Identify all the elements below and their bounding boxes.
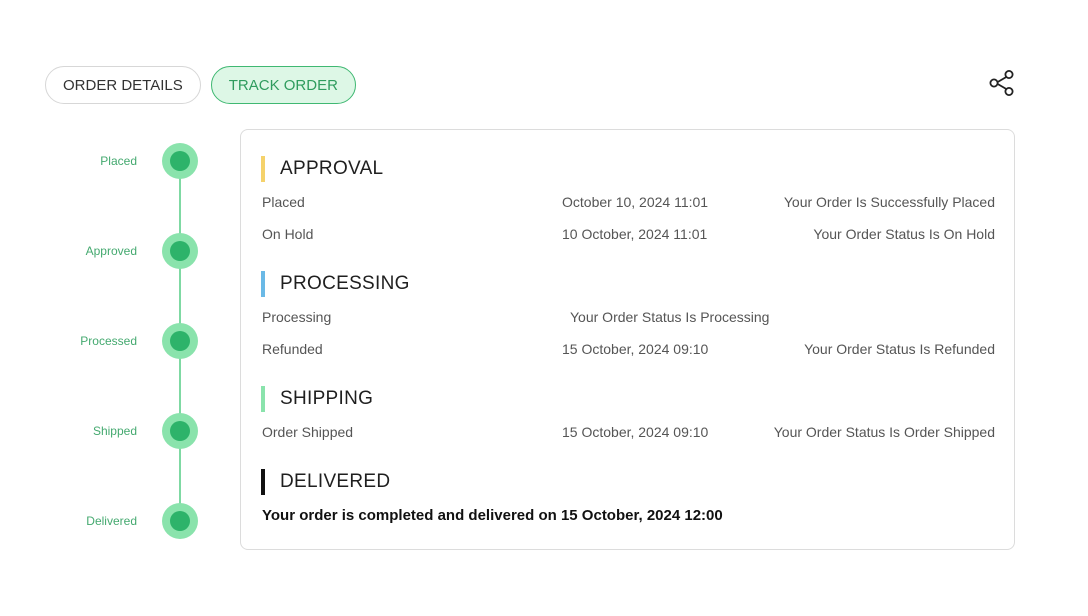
timeline-node <box>162 143 198 179</box>
status-name: Processing <box>262 309 332 325</box>
timeline-label: Placed <box>100 154 137 168</box>
status-name: Refunded <box>262 341 323 357</box>
timeline-step-placed: Placed <box>40 142 210 180</box>
status-message: Your Order Status Is Order Shipped <box>773 424 995 440</box>
section-title-approval: APPROVAL <box>261 156 383 182</box>
tab-order-details[interactable]: ORDER DETAILS <box>45 66 201 104</box>
status-date: 10 October, 2024 11:01 <box>562 226 708 242</box>
tab-track-order[interactable]: TRACK ORDER <box>210 66 356 104</box>
tab-bar: ORDER DETAILS TRACK ORDER <box>45 66 356 104</box>
status-date: 15 October, 2024 09:10 <box>562 424 709 440</box>
status-name: Order Shipped <box>262 424 354 440</box>
status-name: Placed <box>262 194 305 210</box>
timeline-label: Processed <box>80 334 137 348</box>
timeline-node <box>162 323 198 359</box>
timeline-label: Delivered <box>86 514 137 528</box>
status-row: On Hold 10 October, 2024 11:01 Your Orde… <box>262 224 995 244</box>
timeline-node <box>162 233 198 269</box>
status-message: Your Order Status Is Refunded <box>804 341 995 357</box>
section-title-processing: PROCESSING <box>261 271 410 297</box>
timeline-node <box>162 413 198 449</box>
timeline-node <box>162 503 198 539</box>
section-title-shipping: SHIPPING <box>261 386 373 412</box>
status-message: Your Order Status Is Processing <box>570 309 770 325</box>
status-message: Your Order Is Successfully Placed <box>783 194 995 210</box>
status-name: On Hold <box>262 226 314 242</box>
timeline-step-approved: Approved <box>40 232 210 270</box>
timeline-label: Shipped <box>92 424 137 438</box>
delivery-summary: Your order is completed and delivered on… <box>262 507 723 524</box>
tracking-details-card: APPROVAL Placed October 10, 2024 11:01 Y… <box>240 129 1015 550</box>
status-row: Order Shipped 15 October, 2024 09:10 You… <box>262 422 995 442</box>
status-message: Your Order Status Is On Hold <box>813 226 995 242</box>
section-title-delivered: DELIVERED <box>261 469 390 495</box>
status-row: Placed October 10, 2024 11:01 Your Order… <box>262 192 995 212</box>
status-date: 15 October, 2024 09:10 <box>562 341 709 357</box>
timeline-step-shipped: Shipped <box>40 412 210 450</box>
order-timeline: Placed Approved Processed Shipped Delive… <box>40 142 210 542</box>
status-date: October 10, 2024 11:01 <box>562 194 709 210</box>
status-row: Refunded 15 October, 2024 09:10 Your Ord… <box>262 339 995 359</box>
timeline-label: Approved <box>85 244 137 258</box>
share-icon[interactable] <box>988 69 1016 97</box>
timeline-step-delivered: Delivered <box>40 502 210 540</box>
timeline-step-processed: Processed <box>40 322 210 360</box>
status-row: Processing Your Order Status Is Processi… <box>262 307 995 327</box>
